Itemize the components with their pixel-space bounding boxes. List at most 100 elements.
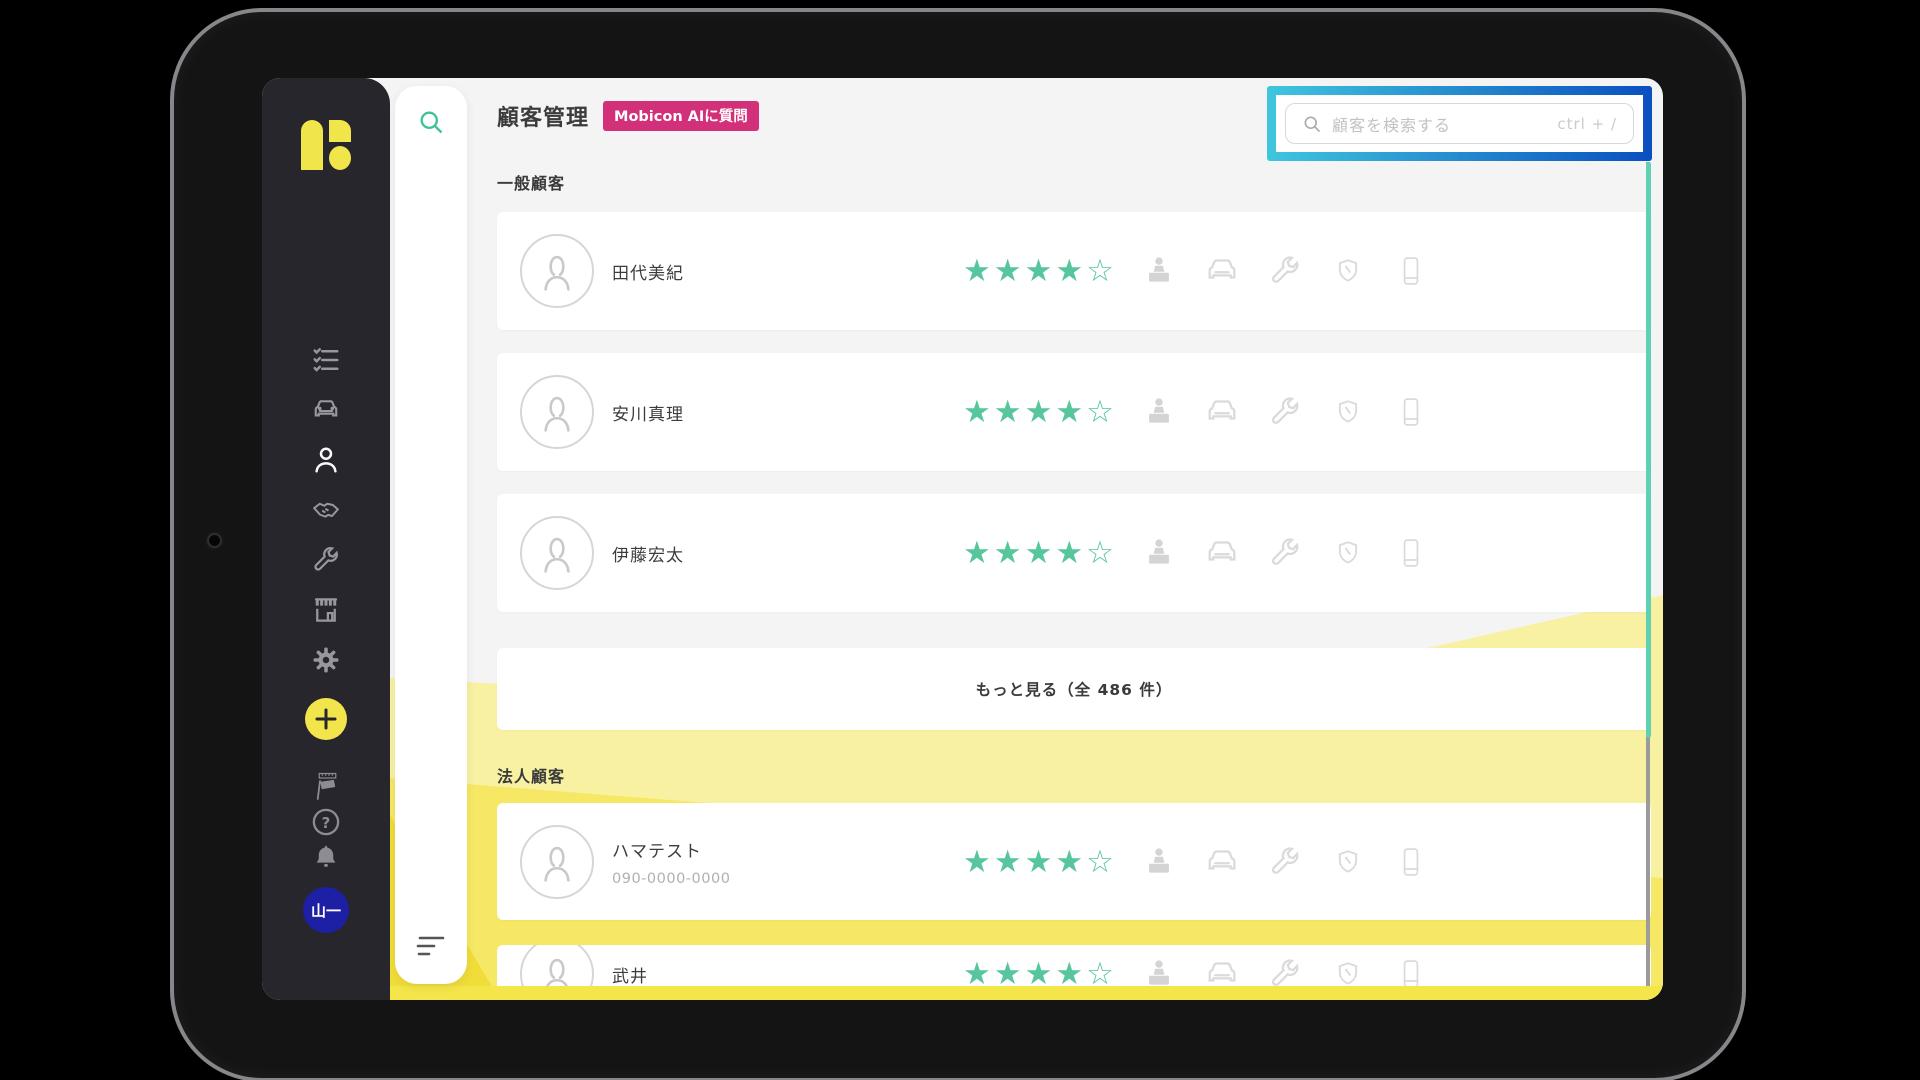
section-corporate-label: 法人顧客 xyxy=(497,763,565,787)
scrollbar-thumb[interactable] xyxy=(1646,162,1651,738)
customer-search-input[interactable]: 顧客を検索する ctrl + / xyxy=(1285,103,1634,144)
sidebar-secondary: ? xyxy=(262,772,390,872)
sidebar-item-help[interactable]: ? xyxy=(309,807,343,837)
plus-icon xyxy=(315,708,337,730)
customer-name: 武井 xyxy=(612,962,962,987)
car-icon[interactable] xyxy=(1204,253,1240,289)
customer-row[interactable]: 伊藤宏太 ★★★★☆ xyxy=(497,494,1651,612)
row-actions xyxy=(1141,212,1429,330)
storefront-icon xyxy=(311,595,341,625)
app-screen: 顧客管理 Mobicon AIに質問 一般顧客 田代美紀 ★★★★☆ xyxy=(262,78,1663,1000)
mobicon-ai-badge[interactable]: Mobicon AIに質問 xyxy=(603,101,759,131)
show-more-button[interactable]: もっと見る（全 486 件） xyxy=(497,648,1651,730)
rating-stars[interactable]: ★★★★☆ xyxy=(963,803,1117,920)
customer-row[interactable]: 田代美紀 ★★★★☆ xyxy=(497,212,1651,330)
gear-icon xyxy=(311,645,341,675)
avatar xyxy=(520,516,594,590)
person-silhouette-icon xyxy=(536,530,578,576)
row-actions xyxy=(1141,803,1429,920)
car-icon[interactable] xyxy=(1204,844,1240,880)
tools-panel xyxy=(395,86,467,984)
customer-identity: 安川真理 xyxy=(612,400,962,425)
filter-icon[interactable] xyxy=(416,934,446,958)
corporate-customer-list: ハマテスト 090-0000-0000 ★★★★☆ xyxy=(497,803,1651,1000)
sidebar: ? 山一 xyxy=(262,78,390,1000)
wrench-icon[interactable] xyxy=(1267,394,1303,430)
add-button[interactable] xyxy=(305,698,347,740)
car-icon[interactable] xyxy=(1204,394,1240,430)
person-silhouette-icon xyxy=(536,839,578,885)
customer-search-highlight: 顧客を検索する ctrl + / xyxy=(1267,86,1652,161)
rating-stars[interactable]: ★★★★☆ xyxy=(963,212,1117,330)
sidebar-item-flag[interactable] xyxy=(309,772,343,802)
row-actions xyxy=(1141,353,1429,471)
search-icon[interactable] xyxy=(417,108,445,136)
svg-text:?: ? xyxy=(322,814,331,832)
avatar xyxy=(520,234,594,308)
avatar xyxy=(520,375,594,449)
person-silhouette-icon xyxy=(536,248,578,294)
question-icon: ? xyxy=(311,807,341,837)
shield-icon[interactable] xyxy=(1330,253,1366,289)
customer-identity: 武井 xyxy=(612,962,962,987)
wrench-icon[interactable] xyxy=(1267,253,1303,289)
sidebar-item-tasks[interactable] xyxy=(309,344,343,375)
customer-row[interactable]: ハマテスト 090-0000-0000 ★★★★☆ xyxy=(497,803,1651,920)
rating-stars[interactable]: ★★★★☆ xyxy=(963,494,1117,612)
user-avatar[interactable]: 山一 xyxy=(303,887,349,933)
customer-phone: 090-0000-0000 xyxy=(612,871,962,887)
customer-identity: 田代美紀 xyxy=(612,259,962,284)
phone-icon[interactable] xyxy=(1393,253,1429,289)
general-customer-list: 田代美紀 ★★★★☆ xyxy=(497,212,1651,635)
shield-icon[interactable] xyxy=(1330,535,1366,571)
sidebar-item-store[interactable] xyxy=(309,594,343,625)
person-silhouette-icon xyxy=(536,389,578,435)
section-general-label: 一般顧客 xyxy=(497,170,565,194)
wrench-icon[interactable] xyxy=(1267,844,1303,880)
wrench-icon[interactable] xyxy=(1267,535,1303,571)
phone-icon[interactable] xyxy=(1393,844,1429,880)
wrench-icon xyxy=(311,545,341,575)
customer-name: 田代美紀 xyxy=(612,259,962,284)
front-camera xyxy=(207,533,222,548)
sidebar-item-customers[interactable] xyxy=(309,444,343,475)
page-title: 顧客管理 xyxy=(497,100,589,132)
search-icon xyxy=(1302,114,1322,134)
yellow-bottom-strip xyxy=(390,986,1663,1000)
person-icon xyxy=(311,445,341,475)
sidebar-nav xyxy=(262,344,390,675)
customer-identity: ハマテスト 090-0000-0000 xyxy=(612,837,962,887)
customer-name: 伊藤宏太 xyxy=(612,541,962,566)
customer-identity: 伊藤宏太 xyxy=(612,541,962,566)
tablet-frame: 顧客管理 Mobicon AIに質問 一般顧客 田代美紀 ★★★★☆ xyxy=(170,8,1746,1080)
shield-icon[interactable] xyxy=(1330,844,1366,880)
row-actions xyxy=(1141,494,1429,612)
search-shortcut: ctrl + / xyxy=(1557,115,1617,133)
rating-stars[interactable]: ★★★★☆ xyxy=(963,353,1117,471)
reception-icon[interactable] xyxy=(1141,844,1177,880)
sidebar-item-notifications[interactable] xyxy=(309,842,343,872)
sidebar-item-settings[interactable] xyxy=(309,644,343,675)
bell-icon xyxy=(311,842,341,872)
mobicon-logo-icon[interactable] xyxy=(299,118,353,172)
page-header: 顧客管理 Mobicon AIに質問 xyxy=(497,100,759,132)
sidebar-item-vehicles[interactable] xyxy=(309,394,343,425)
search-placeholder: 顧客を検索する xyxy=(1332,112,1451,136)
reception-icon[interactable] xyxy=(1141,394,1177,430)
avatar xyxy=(520,825,594,899)
customer-name: 安川真理 xyxy=(612,400,962,425)
customer-row[interactable]: 安川真理 ★★★★☆ xyxy=(497,353,1651,471)
handshake-icon xyxy=(311,495,341,525)
shield-icon[interactable] xyxy=(1330,394,1366,430)
sidebar-item-maintenance[interactable] xyxy=(309,544,343,575)
phone-icon[interactable] xyxy=(1393,535,1429,571)
car-icon xyxy=(311,395,341,425)
page-background: 顧客管理 Mobicon AIに質問 一般顧客 田代美紀 ★★★★☆ xyxy=(0,0,1920,1080)
reception-icon[interactable] xyxy=(1141,253,1177,289)
car-icon[interactable] xyxy=(1204,535,1240,571)
reception-icon[interactable] xyxy=(1141,535,1177,571)
sidebar-item-partners[interactable] xyxy=(309,494,343,525)
customer-name: ハマテスト xyxy=(612,837,962,862)
phone-icon[interactable] xyxy=(1393,394,1429,430)
flag-ruler-icon xyxy=(311,772,341,802)
